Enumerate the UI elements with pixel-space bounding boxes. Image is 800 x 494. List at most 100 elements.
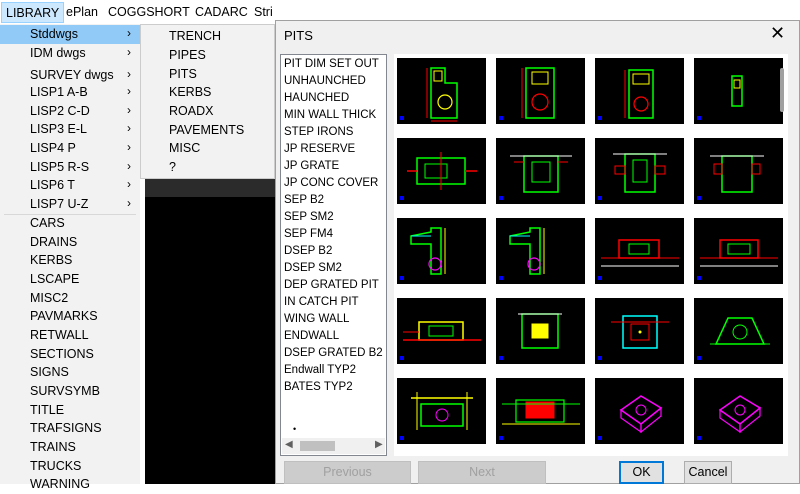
scroll-right-icon[interactable]: ▶ [375, 439, 383, 450]
list-item[interactable]: JP CONC COVER [284, 177, 378, 189]
menu-coggshort[interactable]: COGGSHORT [108, 5, 190, 19]
menu-item-stddwgs[interactable]: Stddwgs › [0, 25, 140, 44]
thumbnail-jp-conc-cover[interactable] [694, 138, 783, 204]
menu-item-warning[interactable]: WARNING [0, 475, 140, 494]
thumbnail-endwall[interactable] [397, 378, 486, 444]
list-item[interactable]: JP GRATE [284, 160, 339, 172]
pits-list[interactable]: PIT DIM SET OUT UNHAUNCHED HAUNCHED MIN … [280, 54, 387, 456]
list-item[interactable]: DSEP GRATED B2 [284, 347, 383, 359]
menu-item-signs[interactable]: SIGNS [0, 363, 140, 382]
menu-item-trucks[interactable]: TRUCKS [0, 457, 140, 476]
submenu-item-trench[interactable]: TRENCH [169, 29, 221, 43]
menu-item-lscape[interactable]: LSCAPE [0, 270, 140, 289]
thumbnail-dep-grated-pit[interactable] [496, 298, 585, 364]
stddwgs-submenu: TRENCH PIPES PITS KERBS ROADX PAVEMENTS … [140, 24, 275, 179]
previous-button[interactable]: Previous [284, 461, 411, 484]
thumbnail-jp-grate[interactable] [595, 138, 684, 204]
thumbnail-endwall-typ2[interactable] [595, 378, 684, 444]
menu-item-label: SURVSYMB [30, 384, 100, 398]
submenu-arrow-icon: › [127, 196, 131, 210]
thumbnail-pit-dim-set-out[interactable] [397, 58, 486, 124]
submenu-item-roadx[interactable]: ROADX [169, 104, 213, 118]
drawing-canvas [145, 179, 275, 484]
list-item[interactable]: BATES TYP2 [284, 381, 353, 393]
menu-item-misc2[interactable]: MISC2 [0, 289, 140, 308]
list-item[interactable]: MIN WALL THICK [284, 109, 376, 121]
thumbnail-dsep-b2[interactable] [694, 218, 783, 284]
submenu-item-kerbs[interactable]: KERBS [169, 85, 211, 99]
menu-item-title[interactable]: TITLE [0, 401, 140, 420]
menu-library[interactable]: LIBRARY [1, 2, 65, 23]
menu-item-lisp3[interactable]: LISP3 E-L › [0, 120, 140, 139]
submenu-item-misc[interactable]: MISC [169, 141, 200, 155]
list-item[interactable]: PIT DIM SET OUT [284, 58, 379, 70]
thumbnail-jp-reserve[interactable] [496, 138, 585, 204]
list-item[interactable]: WING WALL [284, 313, 349, 325]
thumbnail-min-wall-thick[interactable] [694, 58, 783, 124]
menu-item-lisp1[interactable]: LISP1 A-B › [0, 83, 140, 102]
list-item[interactable]: DEP GRATED PIT [284, 279, 379, 291]
thumbnail-sep-fm4[interactable] [595, 218, 684, 284]
thumbnail-unhaunched[interactable] [496, 58, 585, 124]
menu-item-lisp7[interactable]: LISP7 U-Z › [0, 195, 140, 214]
scrollbar-thumb[interactable] [300, 441, 335, 451]
menu-item-label: TITLE [30, 403, 65, 417]
cancel-button[interactable]: Cancel [684, 461, 732, 484]
thumbnail-drawing [697, 155, 764, 200]
scroll-left-icon[interactable]: ◀ [285, 439, 293, 450]
list-item[interactable]: IN CATCH PIT [284, 296, 359, 308]
ok-button[interactable]: OK [619, 461, 664, 484]
thumbnail-bates-typ2[interactable] [694, 378, 783, 444]
list-item[interactable]: UNHAUNCHED [284, 75, 366, 87]
menu-item-lisp2[interactable]: LISP2 C-D › [0, 102, 140, 121]
menu-cadarc[interactable]: CADARC [195, 5, 248, 19]
menu-item-survsymb[interactable]: SURVSYMB [0, 382, 140, 401]
list-item[interactable]: JP RESERVE [284, 143, 355, 155]
next-button[interactable]: Next [418, 461, 546, 484]
list-item[interactable]: DSEP B2 [284, 245, 332, 257]
thumbnail-step-irons[interactable] [397, 138, 486, 204]
thumbnail-sep-sm2[interactable] [496, 218, 585, 284]
menu-item-trafsigns[interactable]: TRAFSIGNS [0, 419, 140, 438]
thumbnail-sep-b2[interactable] [397, 218, 486, 284]
list-horizontal-scrollbar[interactable]: ◀ ▶ [282, 438, 385, 454]
menu-item-cars[interactable]: CARS [0, 214, 140, 233]
menu-item-retwall[interactable]: RETWALL [0, 326, 140, 345]
menu-item-label: TRUCKS [30, 459, 82, 473]
thumbnail-drawing [499, 399, 580, 440]
submenu-item-pipes[interactable]: PIPES [169, 48, 206, 62]
menu-eplan[interactable]: ePlan [66, 5, 98, 19]
submenu-item-pavements[interactable]: PAVEMENTS [169, 123, 244, 137]
thumbnail-drawing [400, 227, 446, 280]
list-item[interactable]: ENDWALL [284, 330, 339, 342]
menu-stri[interactable]: Stri [254, 5, 273, 19]
list-cursor-marker: • [293, 424, 297, 434]
library-dropdown: Stddwgs › IDM dwgs › SURVEY dwgs › LISP1 A-… [0, 24, 141, 491]
submenu-item-pits[interactable]: PITS [169, 67, 197, 81]
thumbnail-haunched[interactable] [595, 58, 684, 124]
menu-item-label: WARNING [30, 477, 90, 491]
menu-item-sections[interactable]: SECTIONS [0, 345, 140, 364]
menu-item-lisp5[interactable]: LISP5 R-S › [0, 158, 140, 177]
menu-item-drains[interactable]: DRAINS [0, 233, 140, 252]
menu-item-pavmarks[interactable]: PAVMARKS [0, 307, 140, 326]
list-item[interactable]: STEP IRONS [284, 126, 353, 138]
list-item[interactable]: SEP B2 [284, 194, 324, 206]
menu-item-lisp6[interactable]: LISP6 T › [0, 176, 140, 195]
menu-item-lisp4[interactable]: LISP4 P › [0, 139, 140, 158]
thumbnail-dsep-grated-b2[interactable] [496, 378, 585, 444]
menu-item-idm-dwgs[interactable]: IDM dwgs › [0, 44, 140, 63]
menu-item-trains[interactable]: TRAINS [0, 438, 140, 457]
list-item[interactable]: HAUNCHED [284, 92, 349, 104]
list-item[interactable]: DSEP SM2 [284, 262, 342, 274]
thumbnail-scrollbar[interactable] [780, 68, 784, 112]
menu-item-kerbs[interactable]: KERBS [0, 251, 140, 270]
close-icon[interactable]: ✕ [770, 23, 785, 44]
submenu-item-help[interactable]: ? [169, 160, 176, 174]
thumbnail-wing-wall[interactable] [694, 298, 783, 364]
list-item[interactable]: SEP SM2 [284, 211, 334, 223]
thumbnail-in-catch-pit[interactable] [595, 298, 684, 364]
list-item[interactable]: SEP FM4 [284, 228, 333, 240]
thumbnail-dsep-sm2[interactable] [397, 298, 486, 364]
list-item[interactable]: Endwall TYP2 [284, 364, 356, 376]
